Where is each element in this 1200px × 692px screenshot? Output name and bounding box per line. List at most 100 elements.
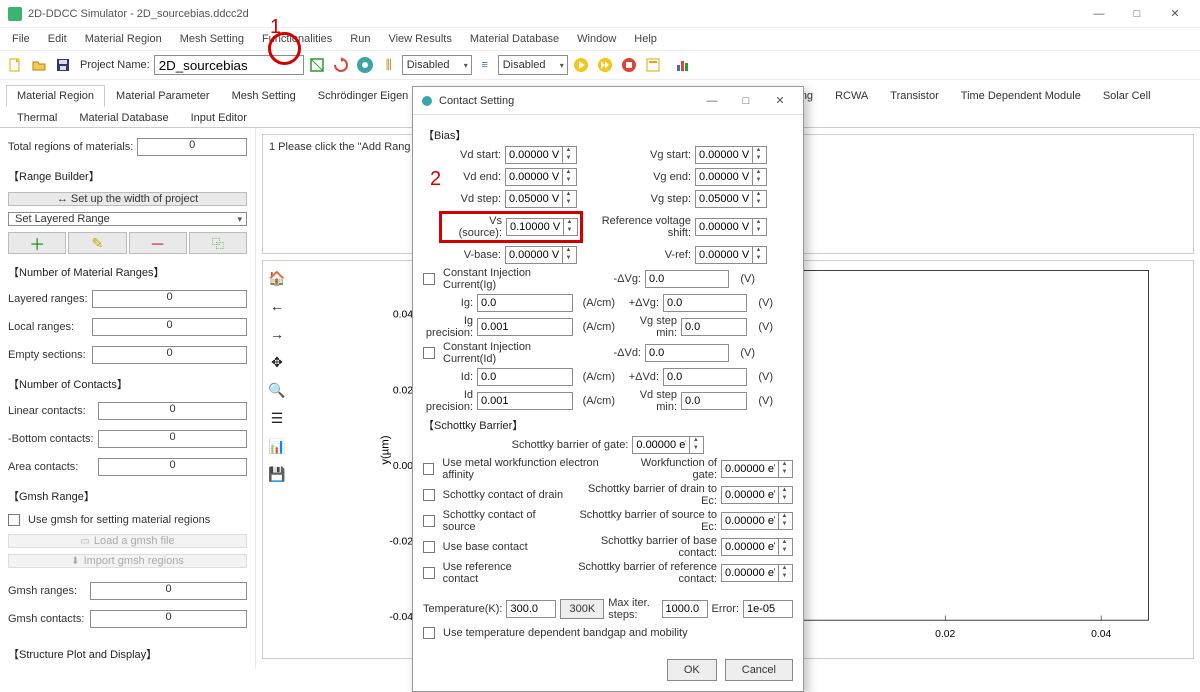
- bar-chart-icon[interactable]: [672, 54, 694, 76]
- edit-range-button[interactable]: ✎: [68, 232, 126, 254]
- pdvd-input[interactable]: [663, 368, 747, 386]
- forward-icon[interactable]: [594, 54, 616, 76]
- igp-input[interactable]: [477, 318, 573, 336]
- window-close[interactable]: ✕: [1158, 4, 1192, 24]
- tab-material-database[interactable]: Material Database: [68, 107, 179, 128]
- menu-help[interactable]: Help: [626, 31, 665, 47]
- stop-icon[interactable]: [618, 54, 640, 76]
- delete-range-button[interactable]: －: [129, 232, 187, 254]
- load-gmsh-button[interactable]: ▭Load a gmsh file: [8, 534, 247, 548]
- vbase-input[interactable]: ▲▼: [505, 246, 577, 264]
- zoom-icon[interactable]: 🔍: [268, 381, 286, 399]
- cancel-button[interactable]: Cancel: [725, 659, 793, 681]
- cube-icon[interactable]: [306, 54, 328, 76]
- id-input[interactable]: [477, 368, 573, 386]
- tab-material-region[interactable]: Material Region: [6, 85, 105, 107]
- idp-input[interactable]: [477, 392, 573, 410]
- dvd-input[interactable]: [645, 344, 729, 362]
- window-maximize[interactable]: □: [1120, 4, 1154, 24]
- ubc-checkbox[interactable]: [423, 541, 435, 553]
- vd-end-input[interactable]: ▲▼: [505, 168, 577, 186]
- copy-range-button[interactable]: ⿻: [189, 232, 247, 254]
- scs-checkbox[interactable]: [423, 515, 435, 527]
- tab-input-editor[interactable]: Input Editor: [180, 107, 258, 128]
- structure-plot-head: Structure Plot and Display: [8, 646, 247, 662]
- save-icon[interactable]: [52, 54, 74, 76]
- err-input[interactable]: [743, 600, 793, 618]
- dvg-input[interactable]: [645, 270, 729, 288]
- forward-nav-icon[interactable]: →: [268, 325, 286, 343]
- tab-material-parameter[interactable]: Material Parameter: [105, 85, 221, 107]
- tab-mesh-setting[interactable]: Mesh Setting: [221, 85, 307, 107]
- gmsh-checkbox[interactable]: [8, 514, 20, 526]
- sbd-input[interactable]: ▲▼: [721, 486, 793, 504]
- wf-checkbox[interactable]: [423, 463, 434, 475]
- ref-voltage-input[interactable]: ▲▼: [695, 218, 767, 236]
- dialog-close[interactable]: ✕: [765, 91, 795, 111]
- tab-time-dependent[interactable]: Time Dependent Module: [950, 85, 1092, 107]
- sbg-input[interactable]: ▲▼: [632, 436, 704, 454]
- scd-checkbox[interactable]: [423, 489, 435, 501]
- vd-step-input[interactable]: ▲▼: [505, 190, 577, 208]
- new-file-icon[interactable]: [4, 54, 26, 76]
- vg-start-input[interactable]: ▲▼: [695, 146, 767, 164]
- menu-run[interactable]: Run: [342, 31, 378, 47]
- ok-button[interactable]: OK: [667, 659, 717, 681]
- vd-start-input[interactable]: ▲▼: [505, 146, 577, 164]
- open-folder-icon[interactable]: [28, 54, 50, 76]
- list-icon[interactable]: ≡: [474, 54, 496, 76]
- axes-icon[interactable]: 📊: [268, 437, 286, 455]
- sbs-input[interactable]: ▲▼: [721, 512, 793, 530]
- wf-input[interactable]: ▲▼: [721, 460, 793, 478]
- vdmin-input[interactable]: [681, 392, 747, 410]
- dialog-maximize[interactable]: □: [731, 91, 761, 111]
- tempdep-checkbox[interactable]: [423, 627, 435, 639]
- menu-material-region[interactable]: Material Region: [77, 31, 170, 47]
- contact-setting-icon[interactable]: [354, 54, 376, 76]
- vs-source-input[interactable]: ▲▼: [506, 218, 578, 236]
- pdvg-input[interactable]: [663, 294, 747, 312]
- layered-range-combo[interactable]: Set Layered Range: [8, 212, 247, 226]
- report-icon[interactable]: [642, 54, 664, 76]
- vgmin-input[interactable]: [681, 318, 747, 336]
- menu-window[interactable]: Window: [569, 31, 624, 47]
- tab-solar-cell[interactable]: Solar Cell: [1092, 85, 1162, 107]
- project-name-input[interactable]: [154, 55, 304, 75]
- menu-material-database[interactable]: Material Database: [462, 31, 567, 47]
- play-icon[interactable]: [570, 54, 592, 76]
- pan-icon[interactable]: ✥: [268, 353, 286, 371]
- vref-input[interactable]: ▲▼: [695, 246, 767, 264]
- menu-edit[interactable]: Edit: [40, 31, 75, 47]
- setup-width-button[interactable]: ↔ Set up the width of project: [8, 192, 247, 206]
- tab-transistor[interactable]: Transistor: [879, 85, 950, 107]
- sbr-input[interactable]: ▲▼: [721, 564, 793, 582]
- window-minimize[interactable]: —: [1082, 4, 1116, 24]
- save-plot-icon[interactable]: 💾: [268, 465, 286, 483]
- maxit-input[interactable]: [662, 600, 708, 618]
- tab-thermal[interactable]: Thermal: [6, 107, 68, 128]
- temp-input[interactable]: [506, 600, 556, 618]
- menu-mesh-setting[interactable]: Mesh Setting: [172, 31, 252, 47]
- refresh-icon[interactable]: [330, 54, 352, 76]
- dialog-minimize[interactable]: —: [697, 91, 727, 111]
- disabled-combo-2[interactable]: Disabled: [498, 55, 568, 75]
- home-icon[interactable]: 🏠: [268, 269, 286, 287]
- menu-file[interactable]: File: [4, 31, 38, 47]
- add-range-button[interactable]: ＋: [8, 232, 66, 254]
- menu-functionalities[interactable]: Functionalities: [254, 31, 340, 47]
- tab-rcwa[interactable]: RCWA: [824, 85, 879, 107]
- back-icon[interactable]: ←: [268, 297, 286, 315]
- urc-checkbox[interactable]: [423, 567, 435, 579]
- vg-step-input[interactable]: ▲▼: [695, 190, 767, 208]
- ci-id-checkbox[interactable]: [423, 347, 435, 359]
- disabled-combo-1[interactable]: Disabled: [402, 55, 472, 75]
- import-gmsh-button[interactable]: ⬇Import gmsh regions: [8, 554, 247, 568]
- vg-end-input[interactable]: ▲▼: [695, 168, 767, 186]
- ci-ig-checkbox[interactable]: [423, 273, 435, 285]
- temp-300k-button[interactable]: 300K: [560, 599, 604, 619]
- ig-input[interactable]: [477, 294, 573, 312]
- sbb-input[interactable]: ▲▼: [721, 538, 793, 556]
- configure-icon[interactable]: ☰: [268, 409, 286, 427]
- pillars-icon[interactable]: ⫼: [378, 54, 400, 76]
- menu-view-results[interactable]: View Results: [380, 31, 459, 47]
